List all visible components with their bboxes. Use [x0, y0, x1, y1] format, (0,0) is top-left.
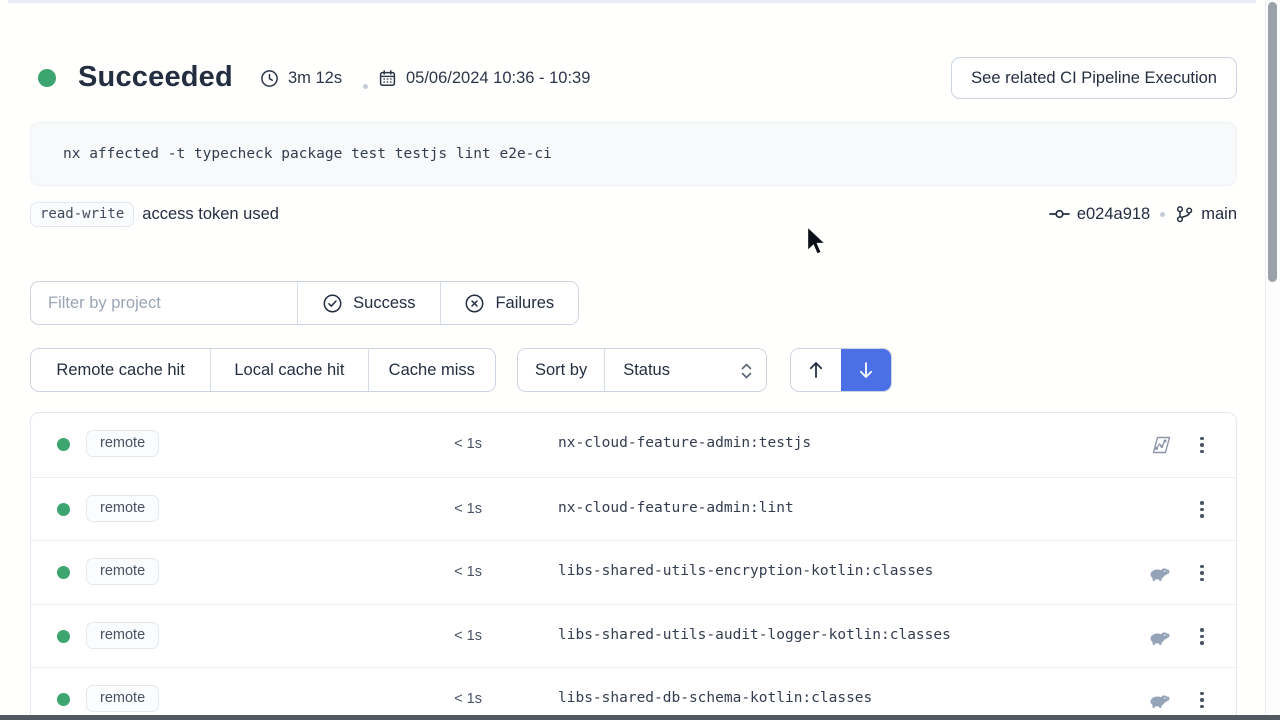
task-status-dot: [57, 566, 70, 579]
run-datetime-text: 05/06/2024 10:36 - 10:39: [406, 69, 590, 88]
token-scope-badge: read-write: [30, 202, 134, 227]
command-box: nx affected -t typecheck package test te…: [30, 122, 1237, 186]
task-duration: < 1s: [401, 501, 482, 517]
sort-bar: Sort by Status: [517, 348, 767, 392]
run-status-title: Succeeded: [78, 61, 233, 94]
task-status-dot: [57, 693, 70, 706]
top-divider: [8, 0, 1256, 3]
x-circle-icon: [464, 293, 485, 314]
remote-cache-hit-button[interactable]: Remote cache hit: [31, 349, 210, 391]
filter-failures-button[interactable]: Failures: [440, 282, 578, 324]
cache-filter-bar: Remote cache hit Local cache hit Cache m…: [30, 348, 496, 392]
branch-name: main: [1201, 205, 1237, 224]
clock-icon: [260, 69, 279, 88]
project-filter-input[interactable]: [31, 282, 297, 324]
arrow-up-icon: [806, 359, 826, 381]
calendar-icon: [378, 69, 397, 88]
run-datetime: 05/06/2024 10:36 - 10:39: [378, 56, 590, 100]
sort-select-value: Status: [623, 361, 670, 380]
task-menu-button[interactable]: [1194, 626, 1210, 648]
task-list: remote < 1s nx-cloud-feature-admin:testj…: [30, 412, 1237, 720]
run-details-page: Succeeded 3m 12s 05/06/2024 10:36 -: [0, 0, 1280, 720]
run-header: Succeeded 3m 12s 05/06/2024 10:36 -: [30, 56, 1237, 100]
sort-by-label: Sort by: [518, 349, 604, 391]
task-duration: < 1s: [401, 564, 482, 580]
task-status-dot: [57, 630, 70, 643]
task-name: libs-shared-db-schema-kotlin:classes: [558, 690, 872, 706]
branch-chip[interactable]: main: [1175, 205, 1237, 224]
arrow-down-icon: [856, 359, 876, 381]
cache-miss-button[interactable]: Cache miss: [368, 349, 495, 391]
chevron-up-down-icon: [739, 361, 754, 381]
bottom-edge-bar: [0, 715, 1280, 720]
run-duration-text: 3m 12s: [288, 69, 342, 88]
task-menu-button[interactable]: [1194, 499, 1210, 521]
task-name: libs-shared-utils-audit-logger-kotlin:cl…: [558, 627, 951, 643]
cache-source-badge: remote: [86, 685, 159, 712]
task-row[interactable]: remote < 1s libs-shared-utils-encryption…: [31, 540, 1236, 604]
local-cache-hit-button[interactable]: Local cache hit: [210, 349, 367, 391]
check-circle-icon: [322, 293, 343, 314]
run-duration: 3m 12s: [260, 56, 342, 100]
task-duration: < 1s: [401, 691, 482, 707]
chart-nodes-icon[interactable]: [1148, 434, 1172, 456]
filter-bar: Success Failures: [30, 281, 579, 325]
commit-icon: [1049, 207, 1070, 221]
task-row[interactable]: remote < 1s nx-cloud-feature-admin:lint: [31, 477, 1236, 541]
cache-source-badge: remote: [86, 622, 159, 649]
sort-ascending-button[interactable]: [791, 349, 841, 391]
see-related-pipeline-button[interactable]: See related CI Pipeline Execution: [951, 57, 1237, 99]
filter-failures-label: Failures: [495, 294, 554, 313]
status-dot: [38, 69, 56, 87]
token-label: access token used: [142, 205, 279, 224]
cache-source-badge: remote: [86, 495, 159, 522]
task-menu-button[interactable]: [1194, 434, 1210, 456]
task-duration: < 1s: [401, 436, 482, 452]
command-text: nx affected -t typecheck package test te…: [63, 146, 552, 162]
task-row[interactable]: remote < 1s nx-cloud-feature-admin:testj…: [31, 413, 1236, 477]
scrollbar-thumb[interactable]: [1268, 2, 1277, 282]
gradle-elephant-icon[interactable]: [1148, 689, 1172, 711]
gradle-elephant-icon[interactable]: [1148, 626, 1172, 648]
task-name: nx-cloud-feature-admin:testjs: [558, 435, 811, 451]
task-duration: < 1s: [401, 628, 482, 644]
scrollbar-track: [1265, 0, 1280, 715]
task-row[interactable]: remote < 1s libs-shared-db-schema-kotlin…: [31, 667, 1236, 720]
task-name: nx-cloud-feature-admin:lint: [558, 500, 794, 516]
separator-dot: [363, 76, 368, 94]
task-menu-button[interactable]: [1194, 689, 1210, 711]
task-row[interactable]: remote < 1s libs-shared-utils-audit-logg…: [31, 604, 1236, 668]
sort-descending-button[interactable]: [841, 349, 891, 391]
task-status-dot: [57, 503, 70, 516]
access-token-row: read-write access token used: [30, 199, 279, 229]
git-branch-icon: [1175, 205, 1194, 224]
task-name: libs-shared-utils-encryption-kotlin:clas…: [558, 563, 933, 579]
vcs-info: e024a918 main: [1049, 199, 1237, 229]
task-menu-button[interactable]: [1194, 562, 1210, 584]
sort-select[interactable]: Status: [604, 349, 766, 391]
commit-chip[interactable]: e024a918: [1049, 205, 1150, 224]
commit-sha: e024a918: [1077, 205, 1150, 224]
cache-source-badge: remote: [86, 558, 159, 585]
cache-source-badge: remote: [86, 430, 159, 457]
gradle-elephant-icon[interactable]: [1148, 562, 1172, 584]
separator-dot: [1160, 212, 1165, 217]
mouse-cursor: [806, 226, 830, 256]
filter-success-label: Success: [353, 294, 415, 313]
sort-direction-toggle: [790, 348, 892, 392]
task-status-dot: [57, 438, 70, 451]
filter-success-button[interactable]: Success: [297, 282, 439, 324]
